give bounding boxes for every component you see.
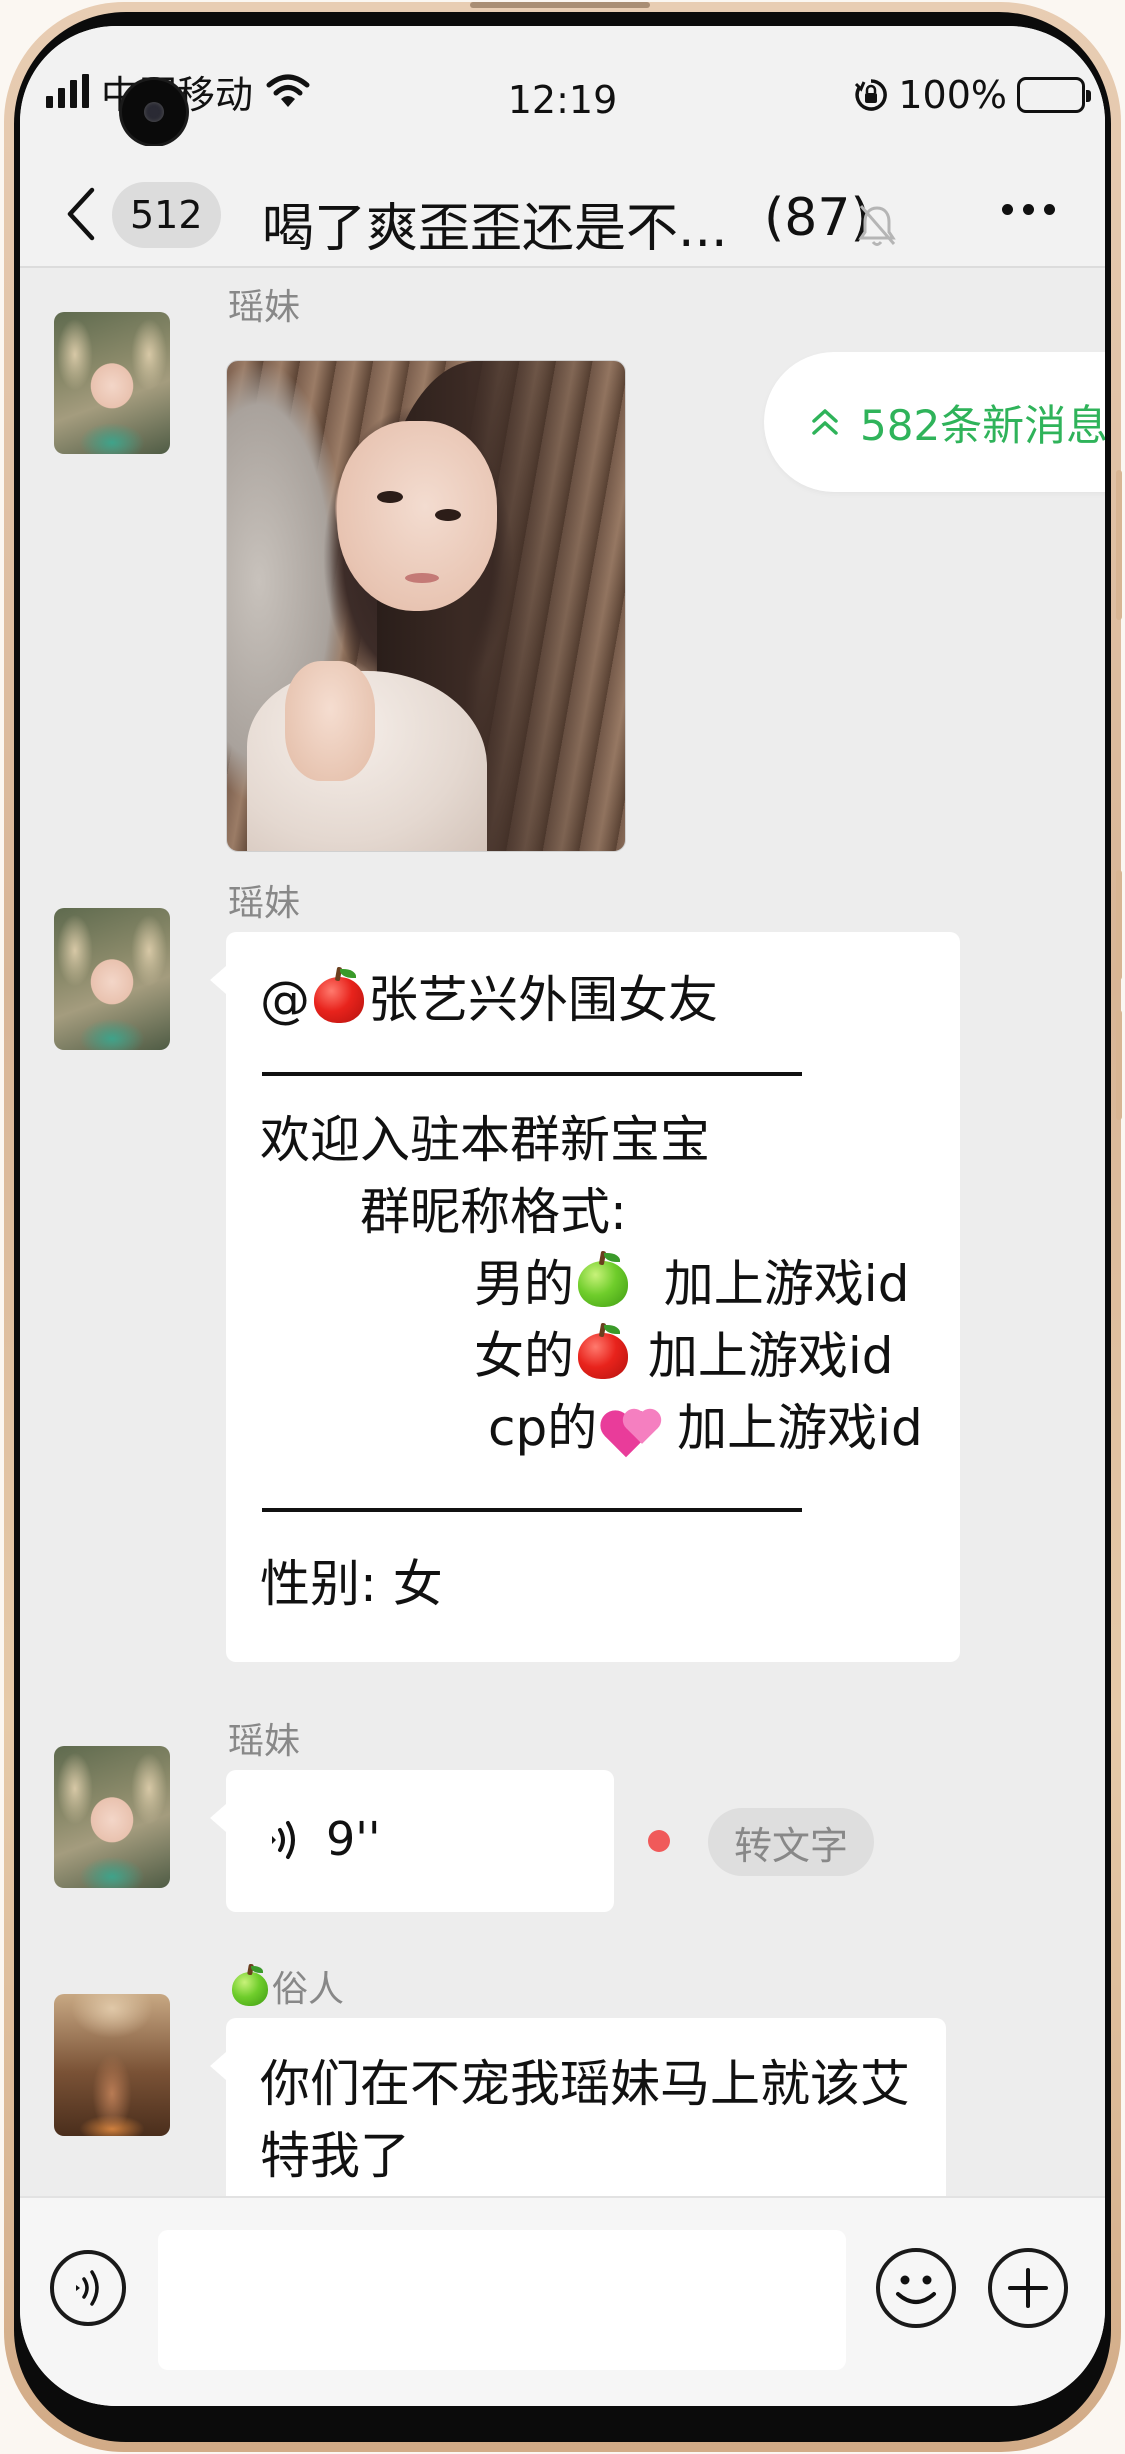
image-message[interactable] — [226, 360, 626, 852]
suffix-label: 加上游戏id — [647, 1327, 894, 1385]
convert-to-text-button[interactable]: 转文字 — [708, 1808, 875, 1876]
plus-icon — [1008, 2268, 1048, 2308]
avatar[interactable] — [54, 1746, 170, 1888]
more-actions-button[interactable] — [988, 2248, 1068, 2328]
cp-format-line: cp的 加上游戏id — [488, 1392, 923, 1464]
volume-button — [1116, 470, 1122, 620]
status-right: 100% — [854, 70, 1091, 120]
male-format-line: 男的 加上游戏id — [474, 1248, 909, 1320]
divider — [262, 1072, 802, 1076]
voice-duration: 9'' — [326, 1812, 381, 1866]
message-list[interactable]: 瑶妹 瑶妹 @ 张艺兴外围女友 欢迎入驻本群新宝宝 群昵称格式: 男的 加上游戏… — [20, 270, 1105, 2196]
screen: 中国移动 12:19 100% — [20, 26, 1105, 2406]
format-heading: 群昵称格式: — [360, 1183, 627, 1241]
avatar[interactable] — [54, 312, 170, 454]
phone-frame: 中国移动 12:19 100% — [0, 0, 1125, 2454]
mention-name: 张艺兴外围女友 — [368, 971, 718, 1029]
message-text: 特我了 — [260, 2127, 410, 2185]
new-messages-label: 582条新消息 — [860, 400, 1105, 450]
red-apple-icon — [312, 966, 366, 1025]
voice-wave-icon — [76, 2270, 99, 2306]
text-bubble[interactable]: 你们在不宠我瑶妹马上就该艾 特我了 — [210, 2018, 946, 2196]
top-speaker — [470, 2, 650, 8]
avatar[interactable] — [54, 908, 170, 1050]
text-bubble[interactable]: @ 张艺兴外围女友 欢迎入驻本群新宝宝 群昵称格式: 男的 加上游戏id 女的 加… — [210, 932, 960, 1662]
voice-message[interactable]: 9'' — [210, 1770, 614, 1912]
voice-wave-icon — [272, 1821, 295, 1859]
mention-line: @ 张艺兴外围女友 — [260, 964, 718, 1036]
cp-label: cp的 — [488, 1399, 598, 1457]
sender-name: 瑶妹 — [228, 1721, 301, 1762]
suffix-label: 加上游戏id — [663, 1255, 910, 1313]
sender-label: 俗人 — [272, 1969, 345, 2010]
photo-eye — [377, 491, 403, 503]
male-label: 男的 — [474, 1255, 574, 1313]
female-label: 女的 — [474, 1327, 574, 1385]
unread-count-badge[interactable]: 512 — [112, 182, 221, 248]
power-button — [1116, 870, 1122, 980]
side-button — [1116, 1010, 1122, 1120]
rotation-lock-icon — [855, 79, 888, 111]
status-bar: 中国移动 12:19 100% — [20, 26, 1105, 146]
more-options-icon[interactable] — [1002, 204, 1055, 215]
chat-header: 512 喝了爽歪歪还是不... (87) — [20, 146, 1105, 268]
female-format-line: 女的 加上游戏id — [474, 1320, 894, 1392]
battery-icon — [1017, 77, 1091, 113]
gender-line: 性别: 女 — [260, 1555, 443, 1613]
input-bar — [20, 2196, 1105, 2406]
hearts-icon — [601, 1399, 659, 1458]
welcome-line: 欢迎入驻本群新宝宝 — [260, 1111, 710, 1169]
photo-eye — [435, 509, 461, 521]
battery-percent: 100% — [898, 73, 1007, 117]
message-input[interactable] — [158, 2230, 846, 2370]
voice-input-button[interactable] — [50, 2250, 126, 2326]
green-apple-icon — [576, 1250, 630, 1309]
message-text: 你们在不宠我瑶妹马上就该艾 — [260, 2055, 910, 2113]
mention-symbol: @ — [260, 971, 310, 1029]
emoji-button[interactable] — [876, 2248, 956, 2328]
member-count[interactable]: (87) — [764, 188, 871, 248]
double-chevron-up-icon — [812, 409, 838, 435]
back-icon[interactable] — [62, 186, 102, 242]
mute-bell-icon — [858, 205, 896, 246]
photo-hand — [285, 661, 375, 781]
smiley-icon — [896, 2275, 936, 2304]
sender-name: 俗人 — [228, 1960, 344, 2012]
avatar[interactable] — [54, 1994, 170, 2136]
unread-dot — [648, 1830, 670, 1852]
red-apple-icon — [576, 1322, 630, 1381]
green-apple-icon — [230, 1963, 270, 2008]
suffix-label: 加上游戏id — [677, 1399, 923, 1457]
divider — [262, 1508, 802, 1512]
group-title[interactable]: 喝了爽歪歪还是不... — [262, 186, 782, 261]
sender-name: 瑶妹 — [228, 883, 301, 924]
new-messages-button[interactable]: 582条新消息 — [764, 352, 1105, 492]
sender-name: 瑶妹 — [228, 287, 301, 328]
photo-lips — [405, 573, 439, 583]
